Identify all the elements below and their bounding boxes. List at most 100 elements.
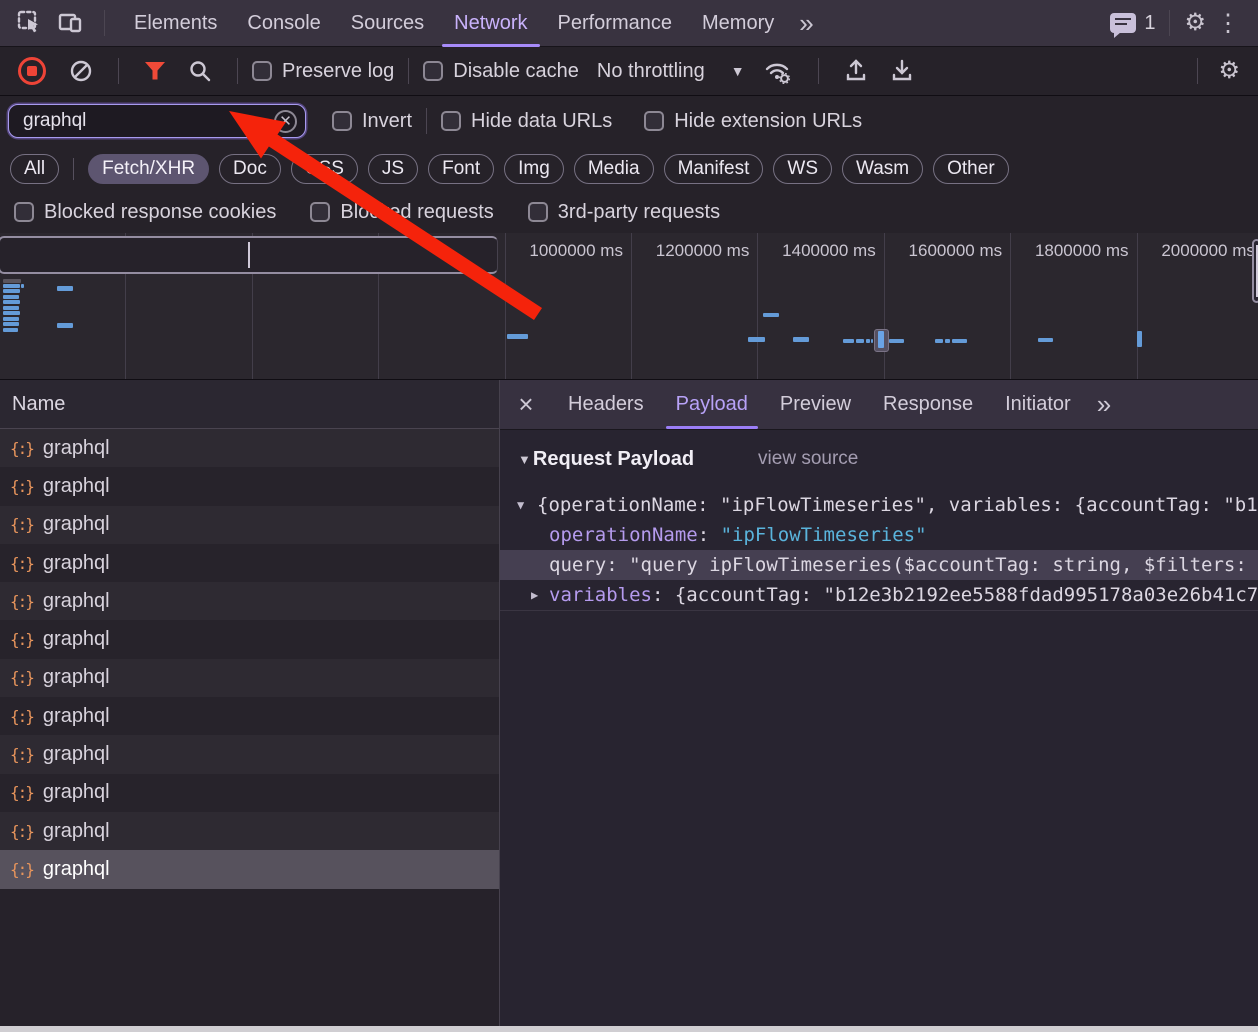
tab-performance[interactable]: Performance <box>543 0 688 47</box>
detail-tab-preview[interactable]: Preview <box>764 380 867 429</box>
name-column-header[interactable]: Name <box>0 380 499 429</box>
request-row[interactable]: {:}graphql <box>0 467 499 505</box>
timeline-tick: 1000000 ms <box>506 233 632 379</box>
view-source-link[interactable]: view source <box>758 448 858 470</box>
3rd-party-requests-label: 3rd-party requests <box>558 201 720 224</box>
divider <box>1169 10 1170 36</box>
fetch-json-icon: {:} <box>10 668 33 687</box>
tab-console[interactable]: Console <box>232 0 335 47</box>
overview-right-grip[interactable] <box>1252 239 1258 303</box>
filter-chip-js[interactable]: JS <box>368 154 418 184</box>
filter-chip-doc[interactable]: Doc <box>219 154 281 184</box>
timeline-bar <box>935 339 943 343</box>
disable-cache-label: Disable cache <box>453 60 579 83</box>
timeline-bar <box>952 339 967 343</box>
request-row[interactable]: {:}graphql <box>0 429 499 467</box>
import-har-icon[interactable] <box>844 58 868 84</box>
detail-tab-payload[interactable]: Payload <box>660 380 764 429</box>
more-detail-tabs-icon[interactable]: » <box>1087 389 1119 420</box>
filter-chip-media[interactable]: Media <box>574 154 654 184</box>
overview-left-grip[interactable] <box>0 236 498 274</box>
inspect-element-icon[interactable] <box>10 3 50 43</box>
message-bubble-icon <box>1110 13 1136 33</box>
detail-tab-response[interactable]: Response <box>867 380 989 429</box>
invert-checkbox[interactable] <box>332 111 352 131</box>
extra-filter-blocked-response-cookies: Blocked response cookies <box>14 201 276 224</box>
filter-chip-manifest[interactable]: Manifest <box>664 154 764 184</box>
filter-input[interactable] <box>21 109 274 133</box>
expanded-triangle-icon[interactable]: ▼ <box>517 490 524 520</box>
close-details-icon[interactable]: × <box>500 389 552 420</box>
filter-funnel-icon[interactable] <box>144 61 166 81</box>
filter-chip-fetch-xhr[interactable]: Fetch/XHR <box>88 154 209 184</box>
request-name: graphql <box>43 666 110 689</box>
tab-network[interactable]: Network <box>439 0 542 47</box>
timeline-bar <box>57 286 73 291</box>
payload-line[interactable]: operationName: "ipFlowTimeseries" <box>500 520 1258 550</box>
kebab-menu-icon[interactable]: ⋮ <box>1206 9 1250 38</box>
search-icon[interactable] <box>188 59 212 83</box>
more-panels-icon[interactable]: » <box>789 8 821 39</box>
request-row[interactable]: {:} graphql <box>0 659 499 697</box>
request-row[interactable]: {:}graphql <box>0 812 499 850</box>
tab-sources[interactable]: Sources <box>336 0 439 47</box>
filter-chip-css[interactable]: CSS <box>291 154 358 184</box>
request-row[interactable]: {:}graphql <box>0 735 499 773</box>
collapsed-triangle-icon[interactable]: ▶ <box>531 580 538 610</box>
detail-tab-headers[interactable]: Headers <box>552 380 660 429</box>
export-har-icon[interactable] <box>890 58 914 84</box>
request-row[interactable]: {:}graphql <box>0 582 499 620</box>
request-name: graphql <box>43 552 110 575</box>
filter-chip-other[interactable]: Other <box>933 154 1009 184</box>
device-toolbar-icon[interactable] <box>50 3 90 43</box>
filter-chip-img[interactable]: Img <box>504 154 564 184</box>
network-overview-timeline[interactable]: 200000 ms400000 ms600000 ms800000 ms1000… <box>0 233 1258 380</box>
request-row[interactable]: {:}graphql <box>0 506 499 544</box>
fetch-json-icon: {:} <box>10 477 33 496</box>
3rd-party-requests-checkbox[interactable] <box>528 202 548 222</box>
payload-line[interactable]: ▶variables: {accountTag: "b12e3b2192ee55… <box>500 580 1258 610</box>
fetch-json-icon: {:} <box>10 822 33 841</box>
preserve-log-checkbox[interactable] <box>252 61 272 81</box>
filter-chip-wasm[interactable]: Wasm <box>842 154 923 184</box>
timeline-bar <box>507 334 528 339</box>
hide-extension-urls-checkbox[interactable] <box>644 111 664 131</box>
fetch-json-icon: {:} <box>10 707 33 726</box>
fetch-json-icon: {:} <box>10 439 33 458</box>
filter-chip-all[interactable]: All <box>10 154 59 184</box>
detail-tab-initiator[interactable]: Initiator <box>989 380 1087 429</box>
tab-memory[interactable]: Memory <box>687 0 789 47</box>
clear-network-log-icon[interactable] <box>69 59 93 83</box>
request-row[interactable]: {:} graphql <box>0 697 499 735</box>
tab-elements[interactable]: Elements <box>119 0 232 47</box>
collapse-triangle-icon[interactable]: ▼ <box>518 452 531 467</box>
payload-line[interactable]: query: "query ipFlowTimeseries($accountT… <box>500 550 1258 580</box>
clear-filter-icon[interactable]: ✕ <box>274 110 297 133</box>
record-network-log-button[interactable] <box>18 57 46 85</box>
request-row[interactable]: {:}graphql <box>0 850 499 888</box>
fetch-json-icon: {:} <box>10 860 33 879</box>
blocked-requests-checkbox[interactable] <box>310 202 330 222</box>
timeline-tick: 2000000 ms <box>1138 233 1258 379</box>
panel-tabs: ElementsConsoleSourcesNetworkPerformance… <box>119 0 789 46</box>
disable-cache-checkbox[interactable] <box>423 61 443 81</box>
request-name: graphql <box>43 705 110 728</box>
filter-chip-font[interactable]: Font <box>428 154 494 184</box>
payload-segment: : <box>606 554 629 576</box>
request-row[interactable]: {:}graphql <box>0 620 499 658</box>
request-row[interactable]: {:}graphql <box>0 774 499 812</box>
network-settings-gear-icon[interactable]: ⚙ <box>1218 59 1240 83</box>
settings-gear-icon[interactable]: ⚙ <box>1184 11 1206 35</box>
hide-data-urls-checkbox[interactable] <box>441 111 461 131</box>
blocked-response-cookies-checkbox[interactable] <box>14 202 34 222</box>
throttling-select[interactable]: No throttling ▼ <box>597 60 745 83</box>
timeline-bar <box>3 317 19 321</box>
throttling-value: No throttling <box>597 60 705 83</box>
timeline-bar <box>763 313 779 317</box>
issues-counter[interactable]: 1 <box>1110 12 1155 35</box>
payload-line[interactable]: ▼{operationName: "ipFlowTimeseries", var… <box>500 490 1258 520</box>
extra-filter-row: Blocked response cookiesBlocked requests… <box>0 191 1258 233</box>
filter-chip-ws[interactable]: WS <box>773 154 832 184</box>
network-conditions-icon[interactable] <box>763 58 793 84</box>
request-row[interactable]: {:}graphql <box>0 544 499 582</box>
